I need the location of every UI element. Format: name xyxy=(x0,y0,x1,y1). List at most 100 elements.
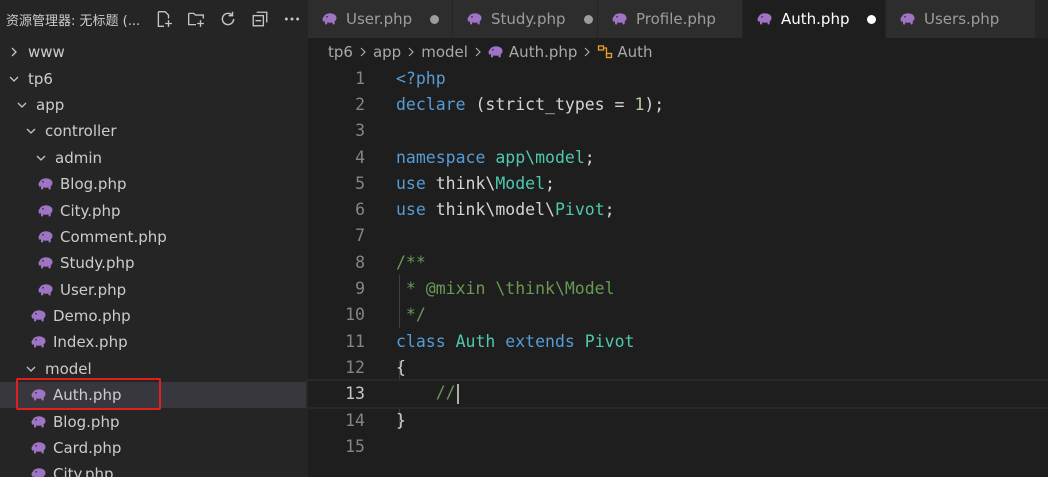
php-file-icon xyxy=(900,11,918,27)
tree-file[interactable]: Demo.php xyxy=(0,303,308,329)
tree-file[interactable]: Blog.php xyxy=(0,408,308,434)
code-line[interactable]: 8 /** xyxy=(308,249,1048,275)
code-line[interactable]: 4 namespace app\model; xyxy=(308,144,1048,170)
code-token: 1 xyxy=(634,94,645,114)
tab-label: Auth.php xyxy=(781,10,850,28)
breadcrumb-item[interactable]: tp6 xyxy=(328,43,353,61)
code-token: use xyxy=(396,200,426,220)
tree-file[interactable]: User.php xyxy=(0,277,308,303)
tree-file[interactable]: Comment.php xyxy=(0,224,308,250)
line-number: 4 xyxy=(355,147,365,167)
collapse-all-icon[interactable] xyxy=(248,7,272,31)
tree-file[interactable]: Card.php xyxy=(0,435,308,461)
breadcrumb-item[interactable]: Auth xyxy=(617,43,652,61)
tab-auth-php[interactable]: Auth.php xyxy=(743,0,886,38)
unsaved-dot-icon[interactable] xyxy=(583,14,593,24)
refresh-icon[interactable] xyxy=(216,7,240,31)
tree-file[interactable]: Index.php xyxy=(0,329,308,355)
tab-profile-php[interactable]: Profile.php xyxy=(598,0,743,38)
chevron-down-icon[interactable] xyxy=(23,361,39,377)
new-file-icon[interactable] xyxy=(152,7,176,31)
php-file-icon xyxy=(38,203,54,219)
line-number: 1 xyxy=(355,68,365,88)
more-icon[interactable] xyxy=(280,7,304,31)
chevron-down-icon[interactable] xyxy=(6,71,22,87)
file-tree: www tp6 app controller admin Blog.php City.php… xyxy=(0,39,308,477)
code-token: extends xyxy=(505,331,575,351)
code-token: // xyxy=(396,383,456,403)
code-editor[interactable]: 1 <?php 2 declare (strict_types = 1); 3 4 name… xyxy=(306,65,1048,477)
unsaved-dot-icon[interactable] xyxy=(430,14,440,24)
tree-folder[interactable]: model xyxy=(0,356,308,382)
line-number: 7 xyxy=(355,226,365,246)
tree-file[interactable]: Blog.php xyxy=(0,171,308,197)
code-token: app\model xyxy=(495,147,585,167)
php-file-icon xyxy=(31,440,47,456)
code-text: // xyxy=(396,383,459,404)
code-line[interactable]: 14} xyxy=(308,407,1048,433)
code-text: use think\model\Pivot; xyxy=(396,200,615,219)
chevron-down-icon[interactable] xyxy=(14,97,30,113)
code-token: { xyxy=(396,357,406,377)
code-text: */ xyxy=(396,305,426,324)
code-text: /** xyxy=(396,253,426,272)
tree-item-label: Card.php xyxy=(53,439,122,458)
code-token: Model xyxy=(495,173,546,193)
php-file-icon xyxy=(467,11,485,27)
tree-item-label: City.php xyxy=(60,201,121,220)
tree-file[interactable]: Study.php xyxy=(0,250,308,276)
tree-item-label: model xyxy=(45,359,92,378)
code-line[interactable]: 3 xyxy=(308,118,1048,144)
tab-users-php[interactable]: Users.php xyxy=(886,0,1036,38)
breadcrumb-item[interactable]: Auth.php xyxy=(509,43,577,61)
tree-folder[interactable]: tp6 xyxy=(0,65,308,91)
tree-file[interactable]: City.php xyxy=(0,461,308,477)
code-line[interactable]: 12 { xyxy=(308,354,1048,380)
code-line[interactable]: 5 use think\Model; xyxy=(308,170,1048,196)
code-line[interactable]: 15 xyxy=(308,433,1048,459)
tree-folder[interactable]: controller xyxy=(0,118,308,144)
code-line[interactable]: 6 use think\model\Pivot; xyxy=(308,196,1048,222)
code-token: ; xyxy=(604,200,615,220)
code-line[interactable]: 9 * @mixin \think\Model xyxy=(308,275,1048,301)
tree-folder[interactable]: www xyxy=(0,39,308,65)
tree-folder[interactable]: app xyxy=(0,92,308,118)
code-token: ); xyxy=(644,94,665,114)
chevron-down-icon[interactable] xyxy=(33,150,49,166)
tree-item-label: City.php xyxy=(53,465,114,477)
code-text: namespace app\model; xyxy=(396,148,595,167)
tree-file[interactable]: City.php xyxy=(0,197,308,223)
chevron-down-icon[interactable] xyxy=(23,123,39,139)
code-line[interactable]: 7 xyxy=(308,223,1048,249)
code-token: Pivot xyxy=(554,200,605,220)
tab-user-php[interactable]: User.php xyxy=(308,0,453,38)
code-text: declare (strict_types = 1); xyxy=(396,95,664,114)
explorer-title: 资源管理器: 无标题 (... xyxy=(6,13,141,29)
unsaved-dot-icon[interactable] xyxy=(867,14,877,24)
code-line[interactable]: 11 class Auth extends Pivot xyxy=(308,328,1048,354)
php-file-icon xyxy=(322,11,340,27)
line-number: 8 xyxy=(355,252,365,272)
line-number: 12 xyxy=(345,357,365,377)
new-folder-icon[interactable] xyxy=(184,7,208,31)
tree-item-label: admin xyxy=(55,148,102,167)
code-token: */ xyxy=(396,305,426,325)
chevron-right-icon[interactable] xyxy=(6,44,22,60)
code-token: } xyxy=(396,410,406,430)
line-number: 3 xyxy=(355,121,365,141)
breadcrumb-item[interactable]: model xyxy=(421,43,468,61)
code-line[interactable]: 10 */ xyxy=(308,302,1048,328)
code-text: * @mixin \think\Model xyxy=(396,279,615,298)
tree-folder[interactable]: admin xyxy=(0,145,308,171)
code-line[interactable]: 1 <?php xyxy=(308,65,1048,91)
tree-item-label: Study.php xyxy=(60,254,135,273)
editor-tabs: User.php Study.php Profile.php Auth.php User… xyxy=(308,0,1048,38)
code-line[interactable]: 2 declare (strict_types = 1); xyxy=(308,91,1048,117)
tab-study-php[interactable]: Study.php xyxy=(453,0,598,38)
tree-file[interactable]: Auth.php xyxy=(0,382,308,409)
code-line[interactable]: 13 // xyxy=(306,378,1048,409)
breadcrumb-item[interactable]: app xyxy=(373,43,401,61)
php-file-icon xyxy=(38,255,54,271)
